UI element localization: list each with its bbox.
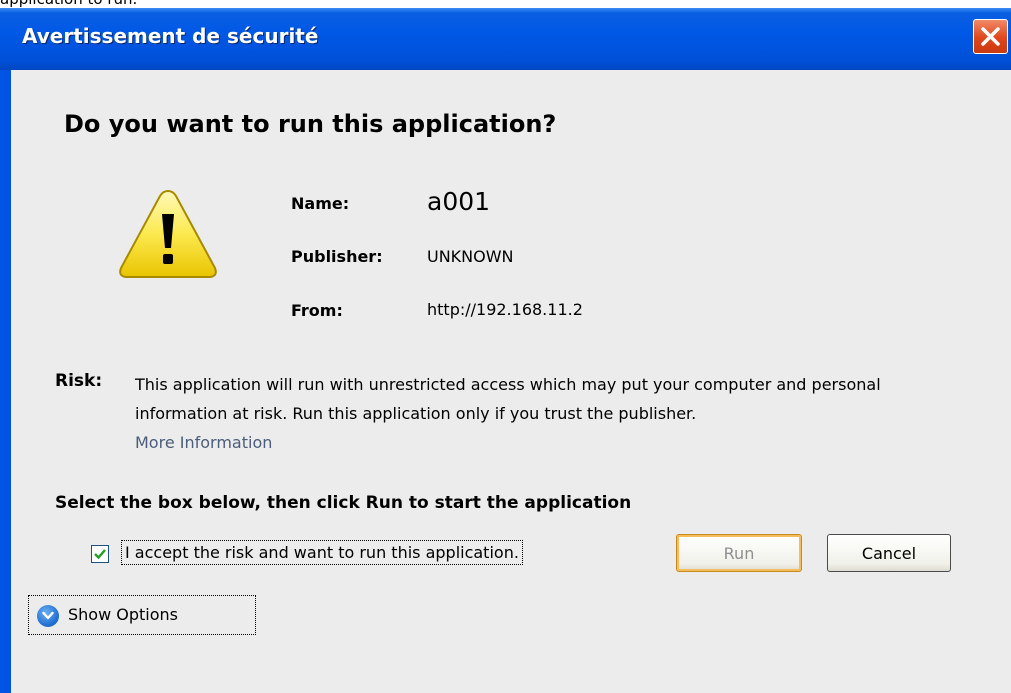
background-text-strip: application to run.	[0, 0, 1011, 8]
from-value: http://192.168.11.2	[427, 300, 583, 319]
title-bar[interactable]: Avertissement de sécurité	[0, 8, 1011, 70]
name-value: a001	[427, 187, 491, 216]
security-warning-dialog: Avertissement de sécurité Do you want to…	[0, 8, 1011, 693]
cancel-button[interactable]: Cancel	[827, 534, 951, 572]
dialog-heading: Do you want to run this application?	[64, 110, 557, 138]
publisher-value: UNKNOWN	[427, 247, 514, 266]
risk-label: Risk:	[55, 371, 103, 391]
background-text: application to run.	[0, 0, 137, 8]
chevron-down-circle-icon	[37, 605, 59, 627]
checkmark-icon	[94, 549, 106, 560]
show-options-button[interactable]: Show Options	[28, 595, 256, 635]
run-button[interactable]: Run	[676, 534, 802, 572]
more-information-link[interactable]: More Information	[135, 433, 272, 452]
from-label: From:	[291, 301, 343, 320]
show-options-label: Show Options	[68, 605, 178, 624]
risk-description: This application will run with unrestric…	[135, 375, 881, 423]
close-button[interactable]	[973, 19, 1008, 54]
name-label: Name:	[291, 194, 350, 213]
instruction-text: Select the box below, then click Run to …	[55, 493, 632, 513]
publisher-label: Publisher:	[291, 247, 383, 266]
warning-triangle-icon	[119, 189, 217, 278]
close-icon	[981, 27, 1000, 46]
window-title: Avertissement de sécurité	[22, 24, 319, 48]
accept-risk-label[interactable]: I accept the risk and want to run this a…	[121, 540, 523, 565]
accept-risk-checkbox[interactable]	[91, 545, 109, 563]
dialog-body: Do you want to run this application? Nam…	[11, 70, 1011, 693]
